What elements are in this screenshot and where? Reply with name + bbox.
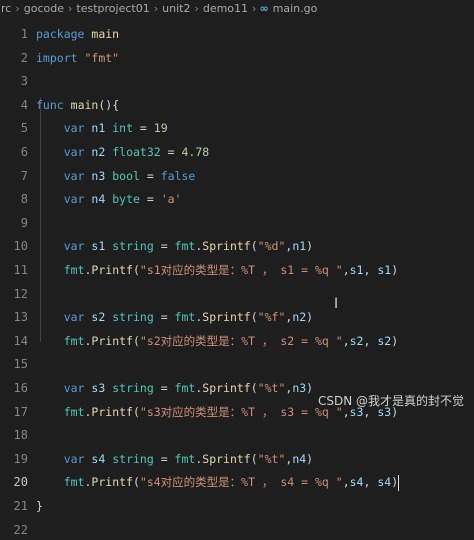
code-area[interactable]: package main import "fmt" func main(){ var…: [30, 20, 474, 513]
line-number: 1: [20, 27, 28, 41]
text-cursor: [398, 474, 400, 491]
mouse-ibeam-cursor-icon: I: [334, 296, 339, 312]
line-number: 21: [13, 499, 28, 513]
breadcrumb-item-gocode[interactable]: gocode: [23, 2, 65, 15]
code-line[interactable]: var s3 string = fmt.Sprintf("%t",n3): [36, 378, 313, 398]
breadcrumb-item-demo11[interactable]: demo11: [202, 2, 249, 15]
line-number: 10: [13, 239, 28, 254]
line-number: 5: [20, 121, 28, 136]
line-number: 4: [20, 97, 28, 112]
line-number: 13: [13, 310, 28, 325]
breadcrumb-separator: ›: [153, 2, 159, 15]
line-number: 22: [13, 522, 28, 537]
line-number: 18: [13, 428, 28, 443]
line-number: 7: [20, 168, 28, 183]
breadcrumb-item-rc[interactable]: rc: [0, 2, 12, 15]
line-number: 19: [13, 451, 28, 466]
breadcrumb-separator: ›: [252, 2, 257, 15]
code-line[interactable]: var n3 bool = false: [36, 166, 196, 186]
line-number: 20: [13, 475, 28, 490]
breadcrumb-item-file[interactable]: main.go: [272, 2, 319, 15]
breadcrumb-separator: ›: [194, 2, 199, 15]
breadcrumb-item-testproject01[interactable]: testproject01: [75, 2, 150, 15]
line-number: 16: [13, 381, 28, 395]
line-number: 17: [13, 404, 28, 419]
code-line[interactable]: var s4 string = fmt.Sprintf("%t",n4): [36, 449, 313, 469]
line-number: 9: [20, 215, 28, 230]
line-number: 2: [20, 50, 28, 65]
breadcrumb-separator: ›: [15, 2, 20, 15]
go-file-icon: ∞: [259, 2, 269, 15]
code-line[interactable]: var s1 string = fmt.Sprintf("%d",n1): [36, 236, 313, 256]
line-number: 6: [20, 145, 28, 159]
breadcrumb: rc › gocode › testproject01 › unit2 › demo11 › ∞ ma…: [0, 0, 474, 20]
code-line[interactable]: fmt.Printf("s2对应的类型是：%T ， s2 = %q ",s2, …: [36, 331, 398, 351]
code-line[interactable]: package main: [36, 24, 119, 44]
breadcrumb-item-unit2[interactable]: unit2: [161, 2, 191, 15]
code-line[interactable]: fmt.Printf("s4对应的类型是：%T ， s4 = %q ",s4, …: [36, 472, 400, 492]
line-number: 14: [13, 333, 28, 348]
line-number: 15: [13, 357, 28, 372]
code-line[interactable]: }: [36, 496, 43, 516]
code-line[interactable]: var n4 byte = 'a': [36, 189, 182, 209]
breadcrumb-separator: ›: [68, 2, 73, 15]
code-line[interactable]: fmt.Printf("s1对应的类型是：%T ， s1 = %q ",s1, …: [36, 260, 398, 280]
line-number: 12: [13, 286, 28, 301]
code-line[interactable]: import "fmt": [36, 48, 119, 68]
code-editor[interactable]: 1 2 3 4 5 6 7 8 9 10 11 12 13 14 15 16 17 18 19 20 21 22 pack…: [0, 20, 474, 537]
code-line[interactable]: func main(){: [36, 95, 119, 115]
code-line[interactable]: var s2 string = fmt.Sprintf("%f",n2): [36, 307, 313, 327]
line-number: 11: [13, 263, 28, 277]
line-number: 3: [20, 74, 28, 89]
line-number-gutter: 1 2 3 4 5 6 7 8 9 10 11 12 13 14 15 16 17 18 19 20 21 22: [0, 20, 30, 537]
code-line[interactable]: var n1 int = 19: [36, 118, 168, 138]
line-number: 8: [20, 192, 28, 207]
code-line[interactable]: var n2 float32 = 4.78: [36, 142, 209, 162]
watermark: CSDN @我才是真的封不觉: [317, 394, 464, 408]
